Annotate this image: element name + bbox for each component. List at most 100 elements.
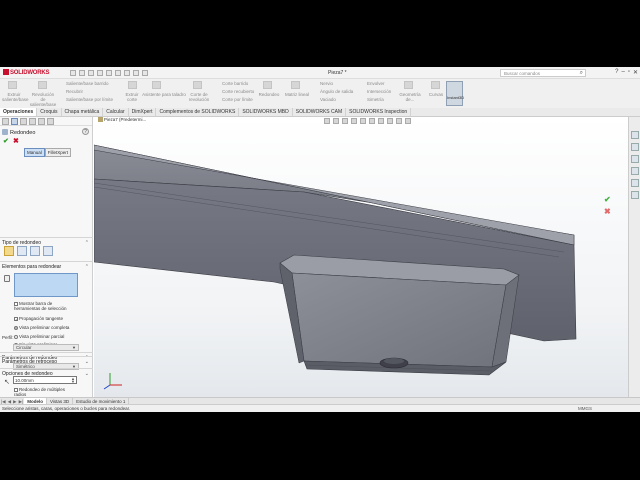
tab-mbd[interactable]: SOLIDWORKS MBD [239, 108, 293, 116]
edge-selection-icon [4, 275, 10, 282]
curves-icon[interactable] [431, 81, 440, 89]
checkbox-box-checked[interactable]: ✓ [14, 316, 18, 321]
symmetric-dropdown[interactable]: Simétrico ▼ [13, 363, 79, 370]
cancel-button[interactable]: ✖ [13, 137, 19, 145]
ribbon-reference-geometry[interactable]: Geometría de... [397, 92, 423, 102]
linear-pattern-icon[interactable] [291, 81, 300, 89]
ribbon-swept-cut[interactable]: Corte barrido [222, 81, 248, 86]
manager-tabs [0, 117, 92, 126]
ribbon-hole-wizard[interactable]: Asistente para taladro [142, 92, 186, 97]
ribbon-loft[interactable]: Recubrir [66, 89, 83, 94]
extrude-boss-icon[interactable] [8, 81, 17, 89]
divider [0, 352, 93, 353]
tab-inspection[interactable]: SOLIDWORKS Inspection [346, 108, 412, 116]
ribbon-fillet[interactable]: Redondeo [258, 92, 280, 97]
pm-title-text: Redondeo [10, 130, 36, 136]
ribbon-intersect[interactable]: Intersección [367, 89, 391, 94]
collapse-icon[interactable]: ⌃ [85, 355, 89, 361]
hole-wizard-icon[interactable] [152, 81, 161, 89]
ribbon-extrude-boss[interactable]: Extruir saliente/base [2, 92, 29, 102]
cam-manager-icon[interactable] [47, 118, 54, 125]
instant3d-button[interactable]: Instant3D [446, 81, 464, 106]
radius-input[interactable]: 10.00mm ▲ ▼ [13, 376, 77, 384]
property-manager-icon[interactable] [11, 118, 18, 125]
tab-addins[interactable]: Complementos de SOLIDWORKS [156, 108, 240, 116]
tangent-propagation-checkbox[interactable]: ✓Propagación tangente [14, 316, 63, 321]
fillet-mode-tabs: Manual FilletXpert [24, 148, 72, 157]
open-file-icon[interactable] [88, 70, 94, 76]
section-items-to-fillet[interactable]: Elementos para redondear ⌃ [2, 264, 91, 270]
ribbon-linear-pattern[interactable]: Matriz lineal [284, 92, 310, 97]
maximize-icon[interactable]: ▫ [628, 69, 630, 76]
checkbox-box[interactable] [14, 387, 18, 392]
tab-cam[interactable]: SOLIDWORKS CAM [293, 108, 347, 116]
fillet-icon[interactable] [263, 81, 272, 89]
dimxpert-manager-icon[interactable] [29, 118, 36, 125]
tab-filletxpert[interactable]: FilletXpert [44, 148, 72, 157]
full-round-fillet-icon[interactable] [43, 246, 53, 256]
close-icon[interactable]: ✕ [633, 69, 638, 76]
partial-preview-radio[interactable]: Vista preliminar parcial [14, 334, 64, 339]
ribbon-boundary-cut[interactable]: Corte por límite [222, 97, 253, 102]
ribbon-draft[interactable]: Ángulo de salida [320, 89, 353, 94]
ribbon-swept-boss[interactable]: Saliente/base barrido [66, 81, 109, 86]
section-fillet-parameters[interactable]: Parámetros de redondeo ⌃ [2, 355, 91, 361]
ribbon-shell[interactable]: Vaciado [320, 97, 336, 102]
no-preview-radio[interactable]: Sin vista preliminar [14, 342, 57, 347]
face-fillet-icon[interactable] [30, 246, 40, 256]
display-manager-icon[interactable] [38, 118, 45, 125]
items-to-fillet-listbox[interactable] [14, 273, 78, 297]
minimize-icon[interactable]: – [621, 69, 624, 76]
undo-icon[interactable] [115, 70, 121, 76]
constant-size-fillet-icon[interactable] [4, 246, 14, 256]
extrude-cut-icon[interactable] [128, 81, 137, 89]
section-items-label: Elementos para redondear [2, 264, 62, 270]
help-icon[interactable]: ? [615, 69, 618, 76]
full-preview-radio[interactable]: Vista preliminar completa [14, 325, 69, 330]
property-manager-title: Redondeo [2, 129, 35, 136]
radio-dot-selected[interactable] [14, 325, 18, 330]
tab-sketch[interactable]: Croquis [37, 108, 62, 116]
ok-button[interactable]: ✔ [3, 137, 9, 145]
help-button[interactable]: ? [82, 128, 89, 135]
configuration-manager-icon[interactable] [20, 118, 27, 125]
search-input[interactable]: Buscar comandos ⌕ [500, 69, 586, 77]
ribbon-mirror[interactable]: Simetría [367, 97, 384, 102]
select-icon[interactable] [124, 70, 130, 76]
multi-radius-checkbox[interactable]: Redondeo de múltiples radios [14, 387, 74, 397]
feature-tree-icon[interactable] [2, 118, 9, 125]
ribbon-wrap[interactable]: Envolver [367, 81, 385, 86]
reference-geometry-icon[interactable] [404, 81, 413, 89]
collapse-icon[interactable]: ⌃ [85, 240, 89, 246]
section-params-label: Parámetros de redondeo [2, 355, 58, 361]
ribbon-revolve-cut[interactable]: Corte de revolución [187, 92, 211, 102]
new-file-icon[interactable] [79, 70, 85, 76]
collapse-icon[interactable]: ⌃ [85, 264, 89, 270]
revolve-boss-icon[interactable] [38, 81, 47, 89]
checkbox-label: Redondeo de múltiples radios [14, 387, 66, 397]
variable-size-fillet-icon[interactable] [17, 246, 27, 256]
tab-manual[interactable]: Manual [24, 148, 45, 157]
revolve-cut-icon[interactable] [193, 81, 202, 89]
print-icon[interactable] [106, 70, 112, 76]
tab-dimxpert[interactable]: DimXpert [129, 108, 157, 116]
home-icon[interactable] [70, 70, 76, 76]
ribbon-curves[interactable]: Curvas [427, 92, 445, 97]
tab-evaluate[interactable]: Calcular [103, 108, 129, 116]
ribbon-revolve-boss[interactable]: Revolución de saliente/base [29, 92, 57, 107]
tab-features[interactable]: Operaciones [0, 108, 38, 116]
ribbon-rib[interactable]: Nervio [320, 81, 333, 86]
ribbon-extrude-cut[interactable]: Extruir corte [124, 92, 140, 102]
show-selection-toolbar-checkbox[interactable]: Mostrar barra de herramientas de selecci… [14, 301, 74, 311]
search-icon[interactable]: ⌕ [580, 70, 583, 77]
rebuild-icon[interactable] [133, 70, 139, 76]
save-icon[interactable] [97, 70, 103, 76]
checkbox-box[interactable] [14, 301, 18, 306]
radio-dot[interactable] [14, 334, 18, 339]
tab-sheet-metal[interactable]: Chapa metálica [62, 108, 104, 116]
radio-dot[interactable] [14, 342, 18, 347]
ribbon-boundary-boss[interactable]: Saliente/base por límite [66, 97, 113, 102]
spinner-icon[interactable]: ▲ ▼ [71, 377, 75, 384]
ribbon-lofted-cut[interactable]: Corte recubierto [222, 89, 254, 94]
options-icon[interactable] [142, 70, 148, 76]
